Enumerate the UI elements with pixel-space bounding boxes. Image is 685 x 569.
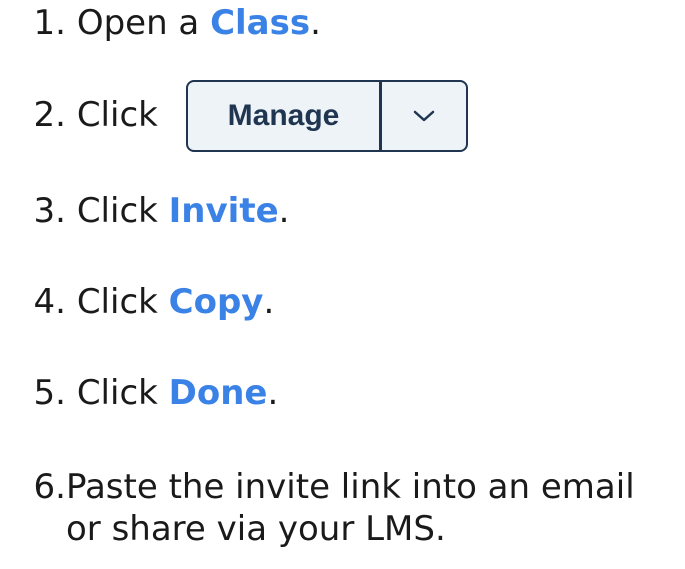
step-text: Click Invite. xyxy=(77,190,290,232)
step-suffix: . xyxy=(263,282,275,322)
step-number: 2. xyxy=(33,95,66,135)
step-prefix: Open a xyxy=(76,3,211,43)
step-text: Click Copy. xyxy=(77,281,274,323)
step-prefix: Click xyxy=(76,191,169,231)
step-number: 5. xyxy=(33,373,66,413)
step-1: 1. Open a Class. xyxy=(0,2,321,44)
keyword-invite: Invite xyxy=(168,191,279,231)
step-suffix: . xyxy=(267,373,279,413)
step-prefix: Click xyxy=(76,95,158,135)
manage-button-label: Manage xyxy=(227,99,340,132)
step-text: Click xyxy=(77,94,158,136)
step-5: 5. Click Done. xyxy=(0,372,279,414)
step-prefix: Click xyxy=(76,282,169,322)
manage-button-group[interactable]: Manage xyxy=(186,80,468,152)
step-text-line-2: or share via your LMS. xyxy=(66,509,446,549)
keyword-copy: Copy xyxy=(168,282,264,322)
step-number: 1. xyxy=(33,3,66,43)
keyword-class: Class xyxy=(210,3,311,43)
step-6: 6.Paste the invite link into an email or… xyxy=(0,466,635,550)
step-suffix: . xyxy=(310,3,321,43)
step-3: 3. Click Invite. xyxy=(0,190,290,232)
step-text: Open a Class. xyxy=(77,2,321,44)
step-suffix: . xyxy=(278,191,290,231)
keyword-done: Done xyxy=(168,373,268,413)
instruction-steps: 1. Open a Class. 2. Click Manage 3. Clic… xyxy=(0,0,685,569)
manage-dropdown-button[interactable] xyxy=(382,82,466,150)
step-number: 3. xyxy=(33,191,66,231)
step-text-line-1: Paste the invite link into an email xyxy=(66,467,635,507)
step-number: 4. xyxy=(33,282,66,322)
manage-button[interactable]: Manage xyxy=(188,82,379,150)
step-2: 2. Click xyxy=(0,94,158,136)
step-number: 6. xyxy=(33,467,66,507)
step-4: 4. Click Copy. xyxy=(0,281,275,323)
chevron-down-icon xyxy=(413,110,435,122)
step-text: Click Done. xyxy=(77,372,279,414)
step-prefix: Click xyxy=(76,373,169,413)
